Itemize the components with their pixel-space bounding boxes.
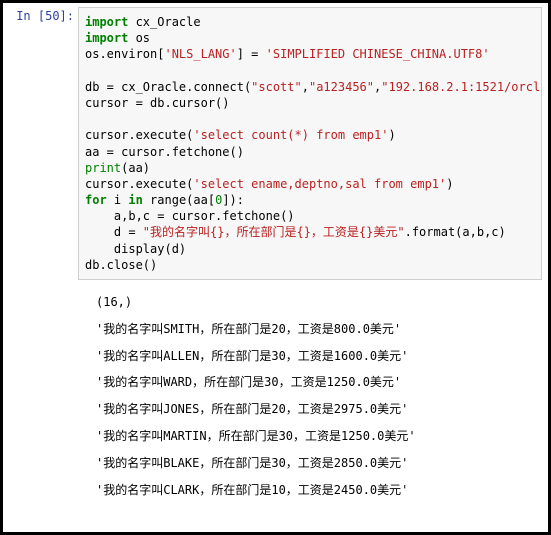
output-line: '我的名字叫MARTIN，所在部门是30，工资是1250.0美元' [96, 428, 542, 445]
code-text: db.close() [85, 258, 157, 272]
code-text: d = [85, 225, 143, 239]
output-area: (16,) '我的名字叫SMITH，所在部门是20，工资是800.0美元' '我… [78, 284, 548, 512]
output-tuple: (16,) [96, 294, 542, 311]
code-text: range(aa[ [143, 193, 215, 207]
keyword-in: in [128, 193, 142, 207]
code-text: .format(a,b,c) [405, 225, 506, 239]
string-literal: 'SIMPLIFIED CHINESE_CHINA.UTF8' [266, 47, 490, 61]
output-line: '我的名字叫CLARK，所在部门是10，工资是2450.0美元' [96, 482, 542, 499]
code-text: cursor.execute( [85, 177, 193, 191]
keyword-for: for [85, 193, 107, 207]
code-text: , [302, 80, 309, 94]
builtin-print: print [85, 161, 121, 175]
code-text: ]): [222, 193, 244, 207]
output-line: '我的名字叫BLAKE，所在部门是30，工资是2850.0美元' [96, 455, 542, 472]
code-text: ] = [237, 47, 266, 61]
string-literal: 'NLS_LANG' [164, 47, 236, 61]
keyword-import: import [85, 15, 128, 29]
keyword-import: import [85, 31, 128, 45]
code-input[interactable]: import cx_Oracle import os os.environ['N… [78, 7, 542, 280]
code-text: i [107, 193, 129, 207]
code-text: cursor = db.cursor() [85, 96, 230, 110]
output-line: '我的名字叫SMITH，所在部门是20，工资是800.0美元' [96, 321, 542, 338]
input-prompt: In [50]: [3, 3, 78, 29]
string-literal: "我的名字叫{}，所在部门是{}，工资是{}美元" [143, 225, 405, 239]
code-text: ) [446, 177, 453, 191]
string-literal: 'select ename,deptno,sal from emp1' [193, 177, 446, 191]
code-text: a,b,c = cursor.fetchone() [85, 209, 295, 223]
string-literal: "scott" [251, 80, 302, 94]
string-literal: 'select count(*) from emp1' [193, 128, 388, 142]
output-line: '我的名字叫ALLEN，所在部门是30，工资是1600.0美元' [96, 348, 542, 365]
code-text: (aa) [121, 161, 150, 175]
code-text: display(d) [85, 242, 186, 256]
code-text: db = cx_Oracle.connect( [85, 80, 251, 94]
output-line: '我的名字叫WARD，所在部门是30，工资是1250.0美元' [96, 374, 542, 391]
output-line: '我的名字叫JONES，所在部门是20，工资是2975.0美元' [96, 401, 542, 418]
string-literal: "192.168.2.1:1521/orcl" [381, 80, 542, 94]
string-literal: "a123456" [309, 80, 374, 94]
output-prompt [3, 284, 78, 296]
code-text: cx_Oracle [128, 15, 200, 29]
output-cell: (16,) '我的名字叫SMITH，所在部门是20，工资是800.0美元' '我… [3, 284, 548, 512]
code-text: os [128, 31, 150, 45]
code-text: os.environ[ [85, 47, 164, 61]
code-text: ) [388, 128, 395, 142]
code-text: aa = cursor.fetchone() [85, 145, 244, 159]
code-text: cursor.execute( [85, 128, 193, 142]
input-cell: In [50]: import cx_Oracle import os os.e… [3, 3, 548, 284]
